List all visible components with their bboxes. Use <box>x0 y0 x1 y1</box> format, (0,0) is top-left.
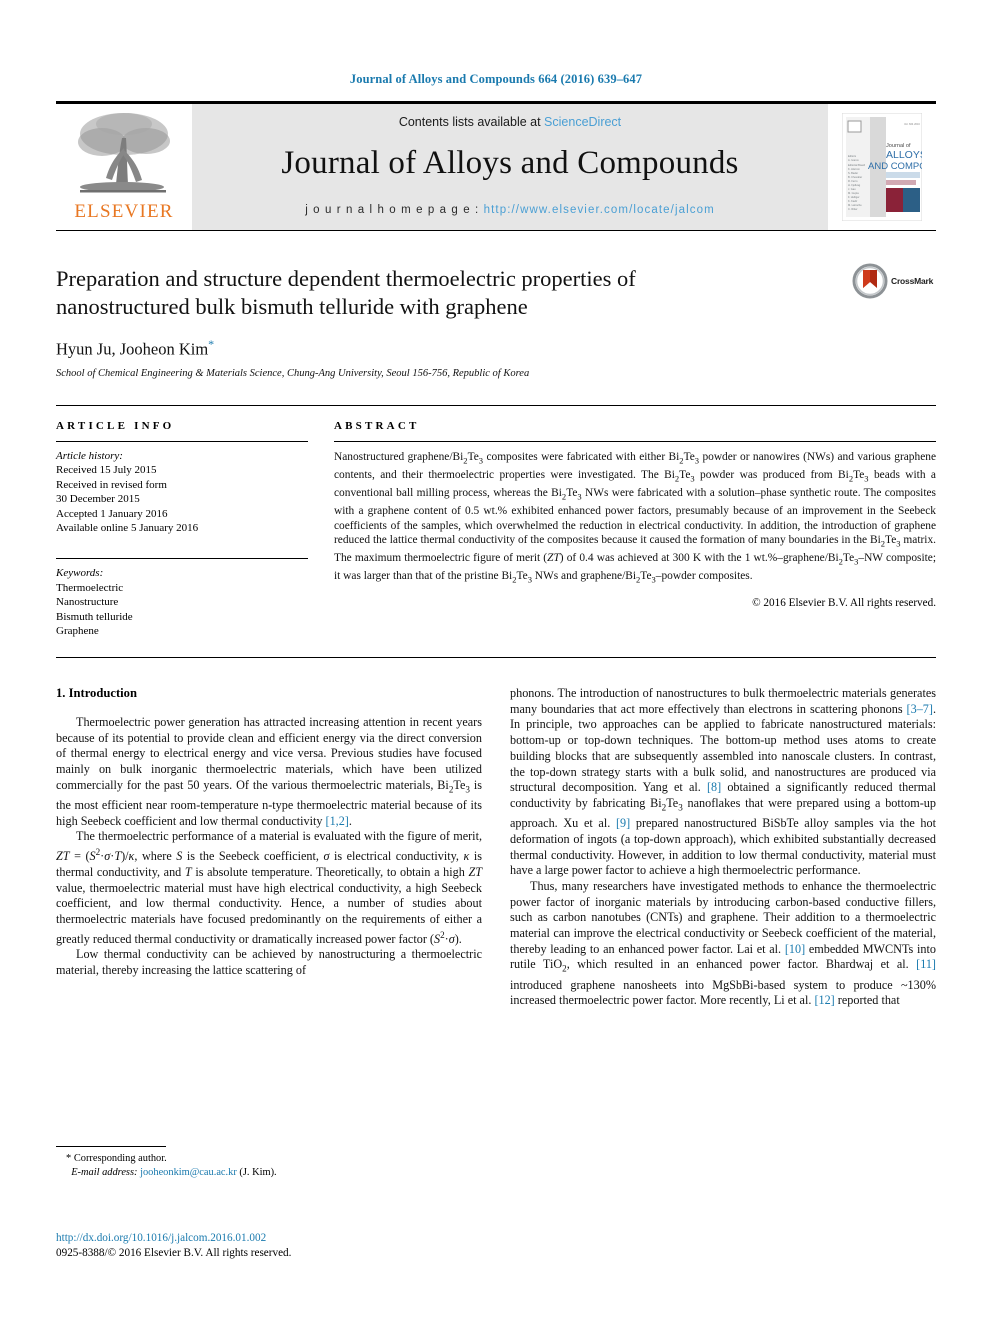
footnote-block: * Corresponding author. E-mail address: … <box>56 1146 482 1179</box>
doi-link[interactable]: http://dx.doi.org/10.1016/j.jalcom.2016.… <box>56 1231 556 1246</box>
svg-text:C. Ritter: C. Ritter <box>848 207 858 211</box>
svg-text:S. Bader: S. Bader <box>848 171 858 175</box>
svg-text:J. Gao: J. Gao <box>848 187 856 191</box>
svg-text:M. Gupta: M. Gupta <box>848 191 859 195</box>
svg-text:M. Latroche: M. Latroche <box>848 203 862 207</box>
journal-homepage-line: j o u r n a l h o m e p a g e : http://w… <box>305 204 715 216</box>
elsevier-tree-icon <box>78 113 170 193</box>
svg-text:A. Ivanov: A. Ivanov <box>848 158 860 162</box>
body-text-region: 1. Introduction Thermoelectric power gen… <box>56 686 936 1156</box>
masthead-center: Contents lists available at ScienceDirec… <box>192 104 828 230</box>
issn-copyright-line: 0925-8388/© 2016 Elsevier B.V. All right… <box>56 1247 292 1259</box>
running-head: Journal of Alloys and Compounds 664 (201… <box>349 72 643 86</box>
svg-text:Editors: Editors <box>848 154 857 158</box>
journal-title: Journal of Alloys and Compounds <box>281 145 739 181</box>
email-address-label: E-mail address: <box>71 1166 138 1178</box>
footnote-marker: * <box>66 1153 72 1164</box>
article-title-block: CrossMark Preparation and structure depe… <box>56 263 936 379</box>
journal-cover-image: Editors A. Ivanov Editorial Board K. Alsrr… <box>828 104 936 230</box>
paragraph: The thermoelectric performance of a mate… <box>56 829 482 946</box>
history-item: 30 December 2015 <box>56 493 140 506</box>
body-top-rule <box>56 657 936 659</box>
email-suffix: (J. Kim). <box>239 1166 277 1178</box>
svg-text:B. Chevalier: B. Chevalier <box>848 175 862 179</box>
citation-link[interactable]: [8] <box>707 780 721 794</box>
cover-thumbnail-icon: EditorsA. Ivanov Editorial BoardK. Alsrr… <box>842 113 922 221</box>
citation-link[interactable]: [10] <box>785 942 805 956</box>
affiliation: School of Chemical Engineering & Materia… <box>56 367 530 379</box>
contents-available-line: Contents lists available at ScienceDirec… <box>399 115 621 129</box>
paper-page: Journal of Alloys and Compounds 664 (201… <box>0 0 992 1323</box>
corresponding-author-note: Corresponding author. <box>73 1153 167 1164</box>
crossmark-label: CrossMark <box>891 276 934 286</box>
paragraph: phonons. The introduction of nanostructu… <box>510 686 937 878</box>
section-heading-introduction: 1. Introduction <box>56 686 137 701</box>
corresponding-author-marker: * <box>208 337 215 351</box>
footer-doi-block: http://dx.doi.org/10.1016/j.jalcom.2016.… <box>56 1231 556 1261</box>
body-column-right: phonons. The introduction of nanostructu… <box>510 686 936 1156</box>
author-list: Hyun Ju, Jooheon Kim* <box>56 337 936 360</box>
title-line-2: nanostructured bulk bismuth telluride wi… <box>56 294 528 319</box>
citation-link[interactable]: [1,2] <box>326 814 349 828</box>
paragraph: Low thermal conductivity can be achieved… <box>56 947 482 978</box>
svg-text:Editorial Board: Editorial Board <box>848 163 866 167</box>
journal-masthead: ELSEVIER Contents lists available at Sci… <box>56 101 936 230</box>
author-names: Hyun Ju, Jooheon Kim <box>56 339 209 359</box>
article-history-label: Article history: <box>56 449 123 462</box>
footnote-text: * Corresponding author. E-mail address: … <box>56 1152 482 1179</box>
citation-link[interactable]: [9] <box>616 816 630 830</box>
keyword-item: Nanostructure <box>56 596 119 609</box>
citation-link[interactable]: [12] <box>814 993 834 1007</box>
article-history-block: Article history: Received 15 July 2015 R… <box>56 449 308 537</box>
paragraph: Thermoelectric power generation has attr… <box>56 715 482 828</box>
crossmark-badge[interactable]: CrossMark <box>852 261 936 301</box>
abstract-text: Nanostructured graphene/Bi2Te3 composite… <box>334 450 937 585</box>
article-info-column: ARTICLE INFO Article history: Received 1… <box>56 420 308 640</box>
contents-prefix: Contents lists available at <box>398 115 545 129</box>
page-title: Preparation and structure dependent ther… <box>56 265 836 321</box>
elsevier-logo: ELSEVIER <box>56 104 192 230</box>
crossmark-icon <box>852 263 888 299</box>
svg-text:ALLOYS: ALLOYS <box>886 149 922 161</box>
svg-text:Vol. 664 2016: Vol. 664 2016 <box>904 122 920 126</box>
history-item: Received 15 July 2015 <box>56 464 157 477</box>
keyword-item: Graphene <box>56 625 99 638</box>
title-line-1: Preparation and structure dependent ther… <box>56 266 636 291</box>
history-item: Accepted 1 January 2016 <box>56 507 168 520</box>
citation-link[interactable]: [3–7] <box>907 702 933 716</box>
masthead-bottom-rule <box>56 230 936 231</box>
article-info-rule <box>56 440 308 442</box>
paragraph: Thus, many researchers have investigated… <box>510 878 936 1008</box>
info-abstract-region: ARTICLE INFO Article history: Received 1… <box>56 404 936 640</box>
abstract-rule <box>334 440 936 442</box>
keyword-item: Bismuth telluride <box>56 610 133 623</box>
abstract-heading: ABSTRACT <box>334 419 420 432</box>
keywords-rule <box>56 558 308 560</box>
history-item: Received in revised form <box>56 478 167 491</box>
keywords-block: Keywords: Thermoelectric Nanostructure B… <box>56 558 308 639</box>
svg-text:H. Fjellvag: H. Fjellvag <box>848 183 861 187</box>
email-link[interactable]: jooheonkim@cau.ac.kr <box>140 1167 237 1178</box>
history-item: Available online 5 January 2016 <box>56 522 199 535</box>
article-info-heading: ARTICLE INFO <box>56 419 175 432</box>
citation-link[interactable]: [11] <box>916 957 936 971</box>
homepage-url-link[interactable]: http://www.elsevier.com/locate/jalcom <box>484 204 715 216</box>
svg-text:AND COMPOUNDS: AND COMPOUNDS <box>868 161 922 172</box>
svg-text:R. Ferro: R. Ferro <box>848 179 858 183</box>
svg-text:F. Hulliger: F. Hulliger <box>848 195 860 199</box>
abstract-column: ABSTRACT Nanostructured graphene/Bi2Te3 … <box>334 420 936 640</box>
elsevier-wordmark: ELSEVIER <box>74 201 174 222</box>
svg-text:K. Alsrrom: K. Alsrrom <box>848 167 860 171</box>
keyword-item: Thermoelectric <box>56 581 124 594</box>
keywords-label: Keywords: <box>56 567 104 580</box>
homepage-label: j o u r n a l h o m e p a g e : <box>305 204 484 216</box>
svg-text:K. Kadir: K. Kadir <box>848 199 857 203</box>
abstract-copyright: © 2016 Elsevier B.V. All rights reserved… <box>752 596 936 609</box>
footnote-rule <box>56 1146 166 1147</box>
sciencedirect-link[interactable]: ScienceDirect <box>544 115 621 129</box>
body-column-left: 1. Introduction Thermoelectric power gen… <box>56 686 482 1156</box>
